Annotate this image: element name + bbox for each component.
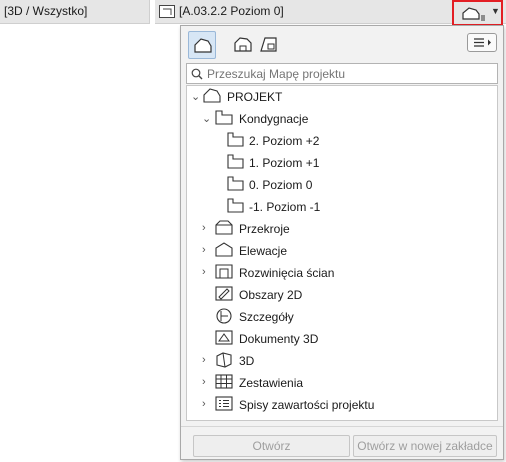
tree-item-label: 0. Poziom 0 (249, 178, 313, 192)
search-input[interactable] (207, 65, 493, 82)
menu-icon (474, 38, 491, 47)
search-icon (191, 68, 203, 80)
tree-item-szczegoly[interactable]: Szczegóły (187, 306, 497, 328)
interior-elevation-icon (215, 264, 233, 282)
tree-item-rozwiniecia-scian[interactable]: › Rozwinięcia ścian (187, 262, 497, 284)
expand-arrow-icon[interactable]: › (202, 354, 212, 366)
tree-item-story[interactable]: 0. Poziom 0 (187, 174, 497, 196)
dropdown-arrow-icon: ▼ (491, 6, 500, 16)
layer-combination-label: [A.03.2.2 Poziom 0] (179, 4, 284, 18)
tree-item-story[interactable]: 1. Poziom +1 (187, 152, 497, 174)
tree-item-kondygnacje[interactable]: ⌄ Kondygnacje (187, 108, 497, 130)
collapse-arrow-icon[interactable]: ⌄ (202, 112, 212, 125)
expand-arrow-icon[interactable]: › (202, 376, 212, 388)
project-map-icon (194, 38, 212, 53)
tree-item-dokumenty-3d[interactable]: Dokumenty 3D (187, 328, 497, 350)
tree-item-label: Dokumenty 3D (239, 332, 319, 346)
tree-item-zestawienia[interactable]: › Zestawienia (187, 372, 497, 394)
open-in-new-tab-button[interactable]: Otwórz w nowej zakładce (353, 435, 497, 457)
expand-arrow-icon[interactable]: › (202, 222, 212, 234)
expand-arrow-icon[interactable]: › (202, 398, 212, 410)
schedule-icon (215, 374, 233, 392)
project-map-tree: ⌄ PROJEKT ⌄ Kondygnacje 2. Poziom +2 1. … (186, 85, 498, 421)
document-3d-icon (215, 330, 233, 348)
tree-item-przekroje[interactable]: › Przekroje (187, 218, 497, 240)
navigator-toolbar (181, 26, 503, 60)
tree-item-story[interactable]: -1. Poziom -1 (187, 196, 497, 218)
expand-arrow-icon[interactable]: › (202, 244, 212, 256)
tree-item-elewacje[interactable]: › Elewacje (187, 240, 497, 262)
project-map-icon (462, 7, 486, 24)
open-button[interactable]: Otwórz (193, 435, 350, 457)
collapse-arrow-icon[interactable]: ⌄ (191, 90, 201, 103)
story-icon (227, 176, 244, 194)
expand-arrow-icon[interactable]: › (202, 266, 212, 278)
tree-item-label: -1. Poziom -1 (249, 200, 321, 214)
tree-item-label: Przekroje (239, 222, 290, 236)
project-icon (203, 88, 221, 106)
layout-book-icon (260, 37, 277, 52)
search-field[interactable] (186, 63, 498, 84)
tree-item-label: Spisy zawartości projektu (239, 398, 375, 412)
navigator-popup: ⌄ PROJEKT ⌄ Kondygnacje 2. Poziom +2 1 (180, 25, 504, 460)
current-view-field[interactable]: [3D / Wszystko] (0, 0, 150, 24)
view-map-icon (234, 37, 252, 52)
tree-item-label: Rozwinięcia ścian (239, 266, 335, 280)
tree-item-label: Kondygnacje (239, 112, 309, 126)
tree-item-story[interactable]: 2. Poziom +2 (187, 130, 497, 152)
layer-icon (159, 5, 175, 21)
tree-item-label: Szczegóły (239, 310, 294, 324)
detail-icon (215, 308, 233, 327)
project-index-icon (215, 396, 233, 414)
project-map-button[interactable] (188, 31, 216, 59)
layout-book-button[interactable] (255, 31, 283, 59)
story-icon (227, 154, 244, 172)
view-map-button[interactable] (229, 31, 257, 59)
popup-footer: Otwórz Otwórz w nowej zakładce (181, 426, 503, 461)
tree-item-label: Zestawienia (239, 376, 304, 390)
section-icon (215, 220, 233, 238)
tree-item-label: Obszary 2D (239, 288, 303, 302)
story-icon (227, 132, 244, 150)
tree-item-label: 2. Poziom +2 (249, 134, 320, 148)
elevation-icon (215, 242, 233, 260)
tree-item-label: PROJEKT (227, 90, 283, 104)
story-icon (227, 198, 244, 216)
tree-item-label: Elewacje (239, 244, 288, 258)
top-bar: [3D / Wszystko] [A.03.2.2 Poziom 0] ▼ (0, 0, 506, 26)
tree-item-3d[interactable]: › 3D (187, 350, 497, 372)
view-3d-icon (215, 352, 233, 371)
tree-item-label: 1. Poziom +1 (249, 156, 320, 170)
worksheet-icon (215, 286, 233, 304)
tree-item-label: 3D (239, 354, 255, 368)
tree-item-projekt[interactable]: ⌄ PROJEKT (187, 86, 497, 108)
current-view-label: [3D / Wszystko] (4, 4, 88, 18)
tree-item-obszary-2d[interactable]: Obszary 2D (187, 284, 497, 306)
stories-icon (215, 110, 233, 128)
options-menu-button[interactable] (467, 33, 497, 52)
navigator-popup-button[interactable]: ▼ (452, 0, 503, 26)
tree-item-spisy-zawartosci[interactable]: › Spisy zawartości projektu (187, 394, 497, 416)
